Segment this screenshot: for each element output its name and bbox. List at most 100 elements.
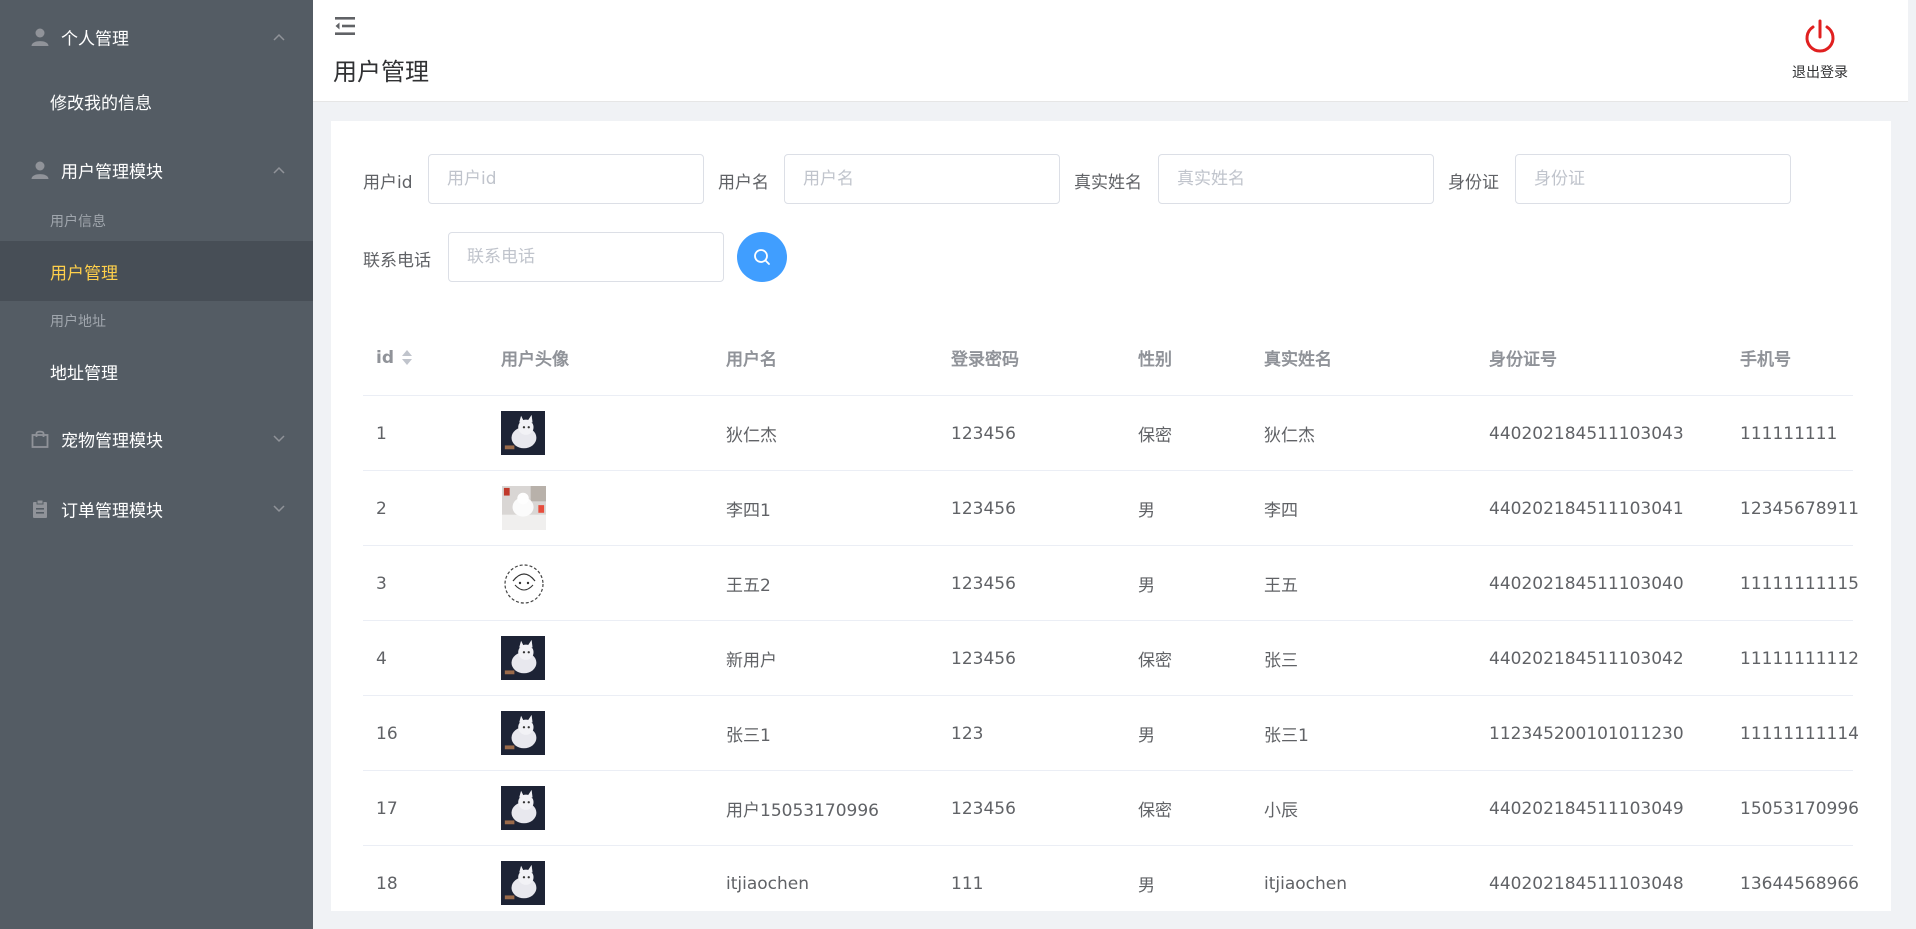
column-header-label: id [376, 347, 394, 368]
cell-id: 17 [376, 798, 398, 819]
cell-gender: 男 [1138, 501, 1155, 521]
menu-group-label: 个人管理 [61, 29, 129, 50]
avatar [501, 711, 547, 757]
power-icon [1805, 19, 1835, 53]
cell-phone: 12345678911 [1740, 498, 1859, 519]
sidebar-item-edit-profile[interactable]: 修改我的信息 [0, 71, 313, 131]
chevron-down-icon [273, 435, 285, 443]
menu-group-personal[interactable]: 个人管理 [0, 7, 313, 67]
menu-group-order-management[interactable]: 订单管理模块 [0, 479, 313, 539]
table-body: 1 狄仁杰 123456 保密 狄仁杰 440202184511103043 1111111… [363, 396, 1859, 911]
menu-group-label: 宠物管理模块 [61, 431, 163, 452]
phone-input[interactable] [448, 232, 724, 282]
sidebar-item-label: 修改我的信息 [50, 93, 152, 114]
sidebar-item-label: 用户管理 [50, 263, 118, 284]
avatar [501, 636, 547, 682]
sidebar-item-address-management[interactable]: 地址管理 [0, 341, 313, 401]
logout-button[interactable]: 退出登录 [1780, 18, 1860, 88]
cell-password: 111 [951, 873, 984, 894]
sort-icon[interactable] [402, 349, 412, 366]
cell-username: itjiaochen [726, 873, 810, 894]
column-header-phone: 手机号 [1740, 350, 1791, 370]
table-row: 3 王五2 123456 男 王五 440202184511103040 111111111… [363, 546, 1859, 621]
logout-label: 退出登录 [1792, 65, 1848, 81]
cell-password: 123 [951, 723, 984, 744]
user-id-input[interactable] [428, 154, 704, 204]
chevron-up-icon [273, 166, 285, 174]
cell-gender: 男 [1138, 726, 1155, 746]
cell-id: 18 [376, 873, 398, 894]
cell-phone: 13644568966 [1740, 873, 1859, 894]
id-card-label: 身份证 [1448, 173, 1499, 193]
sidebar: 个人管理 修改我的信息 用户管理模块 用户信息 用户管理 用户地址 地址管理 宠… [0, 0, 313, 929]
user-id-label: 用户id [363, 173, 413, 193]
sidebar-item-label: 地址管理 [50, 363, 118, 384]
menu-section-title-user-info: 用户信息 [50, 214, 106, 230]
user-icon [31, 161, 49, 179]
username-input[interactable] [784, 154, 1060, 204]
cell-username: 李四1 [726, 501, 771, 521]
cell-real-name: 张三 [1264, 651, 1298, 671]
cell-password: 123456 [951, 573, 1016, 594]
shopping-bag-icon [31, 430, 49, 448]
cell-real-name: 李四 [1264, 501, 1298, 521]
cell-real-name: 张三1 [1264, 726, 1309, 746]
cell-password: 123456 [951, 798, 1016, 819]
column-header-id[interactable]: id [376, 319, 412, 396]
cell-gender: 保密 [1138, 426, 1172, 446]
cell-id: 1 [376, 423, 387, 444]
menu-group-label: 订单管理模块 [61, 501, 163, 522]
cell-id: 2 [376, 498, 387, 519]
cell-real-name: 狄仁杰 [1264, 426, 1315, 446]
table-row: 2 李四1 123456 男 李四 440202184511103041 123456789… [363, 471, 1859, 546]
cell-username: 新用户 [726, 651, 777, 671]
menu-group-user-management[interactable]: 用户管理模块 [0, 140, 313, 200]
id-card-input[interactable] [1515, 154, 1791, 204]
menu-fold-icon[interactable] [333, 14, 357, 38]
column-header-password: 登录密码 [951, 350, 1019, 370]
avatar [501, 861, 547, 907]
cell-id-card: 440202184511103048 [1489, 873, 1684, 894]
column-header-real-name: 真实姓名 [1264, 350, 1332, 370]
real-name-input[interactable] [1158, 154, 1434, 204]
chevron-up-icon [273, 33, 285, 41]
menu-group-pet-management[interactable]: 宠物管理模块 [0, 409, 313, 469]
cell-phone: 15053170996 [1740, 798, 1859, 819]
table-row: 18 itjiaochen 111 男 itjiaochen 44020218451110… [363, 846, 1859, 911]
column-header-username: 用户名 [726, 350, 777, 370]
cell-phone: 111111111 [1740, 423, 1838, 444]
cell-password: 123456 [951, 498, 1016, 519]
cell-phone: 11111111115 [1740, 573, 1859, 594]
cell-phone: 11111111114 [1740, 723, 1859, 744]
cell-password: 123456 [951, 423, 1016, 444]
search-icon [754, 249, 770, 265]
user-table: id 用户头像 用户名 登录密码 性别 真实姓名 身份证号 手机号 1 狄仁杰 12… [363, 319, 1859, 911]
sidebar-item-user-management[interactable]: 用户管理 [0, 241, 313, 301]
username-label: 用户名 [718, 173, 769, 193]
cell-username: 用户15053170996 [726, 801, 879, 821]
search-button[interactable] [737, 232, 787, 282]
column-header-gender: 性别 [1138, 350, 1172, 370]
cell-id: 4 [376, 648, 387, 669]
menu-section-title-user-address: 用户地址 [50, 314, 106, 330]
avatar [501, 486, 547, 532]
cell-gender: 保密 [1138, 651, 1172, 671]
avatar [501, 786, 547, 832]
avatar [501, 561, 547, 607]
phone-label: 联系电话 [363, 251, 431, 271]
cell-real-name: 小辰 [1264, 801, 1298, 821]
cell-real-name: itjiaochen [1264, 873, 1348, 894]
cell-username: 王五2 [726, 576, 771, 596]
cell-id-card: 112345200101011230 [1489, 723, 1684, 744]
table-row: 1 狄仁杰 123456 保密 狄仁杰 440202184511103043 1111111… [363, 396, 1853, 471]
cell-phone: 11111111112 [1740, 648, 1859, 669]
user-icon [31, 28, 49, 46]
column-header-id-card: 身份证号 [1489, 350, 1557, 370]
table-row: 4 新用户 123456 保密 张三 440202184511103042 11111111… [363, 621, 1859, 696]
avatar [501, 411, 547, 457]
menu-group-label: 用户管理模块 [61, 162, 163, 183]
cell-id: 3 [376, 573, 387, 594]
cell-username: 张三1 [726, 726, 771, 746]
cell-gender: 男 [1138, 876, 1155, 896]
cell-id-card: 440202184511103041 [1489, 498, 1684, 519]
